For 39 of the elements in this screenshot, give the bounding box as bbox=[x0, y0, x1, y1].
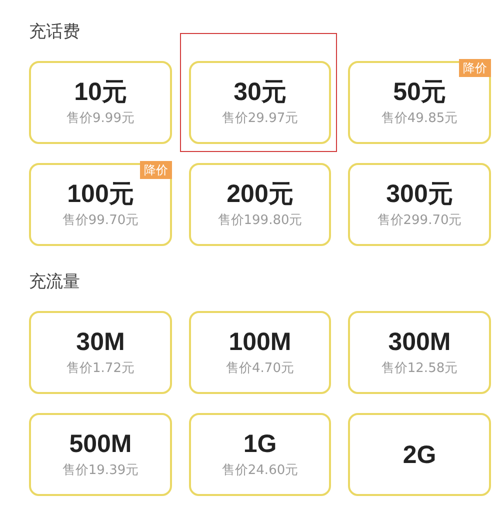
amount-text: 30M bbox=[76, 327, 125, 357]
price-text: 售价19.39元 bbox=[62, 462, 139, 480]
option-card[interactable]: 30M 售价1.72元 bbox=[29, 311, 172, 394]
section-title: 充话费 bbox=[29, 21, 81, 44]
option-card[interactable]: 100元 售价99.70元 降价 bbox=[29, 163, 172, 246]
option-card[interactable]: 500M 售价19.39元 bbox=[29, 413, 172, 496]
amount-text: 50元 bbox=[393, 77, 446, 107]
amount-text: 300M bbox=[388, 327, 451, 357]
amount-text: 1G bbox=[243, 429, 277, 459]
price-text: 售价49.85元 bbox=[381, 110, 458, 128]
option-card[interactable]: 300元 售价299.70元 bbox=[348, 163, 491, 246]
discount-badge: 降价 bbox=[459, 59, 491, 77]
option-card[interactable]: 200元 售价199.80元 bbox=[189, 163, 331, 246]
price-text: 售价4.70元 bbox=[226, 360, 294, 378]
discount-badge: 降价 bbox=[140, 161, 172, 179]
price-text: 售价299.70元 bbox=[377, 212, 462, 230]
option-card[interactable]: 10元 售价9.99元 bbox=[29, 61, 172, 144]
amount-text: 500M bbox=[69, 429, 132, 459]
amount-text: 300元 bbox=[386, 179, 453, 209]
amount-text: 100元 bbox=[67, 179, 134, 209]
amount-text: 2G bbox=[402, 440, 436, 470]
price-text: 售价1.72元 bbox=[66, 360, 134, 378]
price-text: 售价199.80元 bbox=[218, 212, 302, 230]
price-text: 售价29.97元 bbox=[222, 110, 298, 128]
option-card[interactable]: 50元 售价49.85元 降价 bbox=[348, 61, 491, 144]
option-card[interactable]: 100M 售价4.70元 bbox=[189, 311, 331, 394]
section-title: 充流量 bbox=[29, 271, 81, 294]
option-card[interactable]: 2G bbox=[348, 413, 491, 496]
amount-text: 10元 bbox=[74, 77, 127, 107]
amount-text: 100M bbox=[228, 327, 292, 357]
amount-text: 30元 bbox=[234, 77, 286, 107]
option-card[interactable]: 300M 售价12.58元 bbox=[348, 311, 491, 394]
option-card[interactable]: 1G 售价24.60元 bbox=[189, 413, 331, 496]
amount-text: 200元 bbox=[226, 179, 294, 209]
price-text: 售价99.70元 bbox=[62, 212, 139, 230]
price-text: 售价9.99元 bbox=[66, 110, 134, 128]
price-text: 售价12.58元 bbox=[381, 360, 458, 378]
price-text: 售价24.60元 bbox=[222, 462, 298, 480]
option-card[interactable]: 30元 售价29.97元 bbox=[189, 61, 331, 144]
